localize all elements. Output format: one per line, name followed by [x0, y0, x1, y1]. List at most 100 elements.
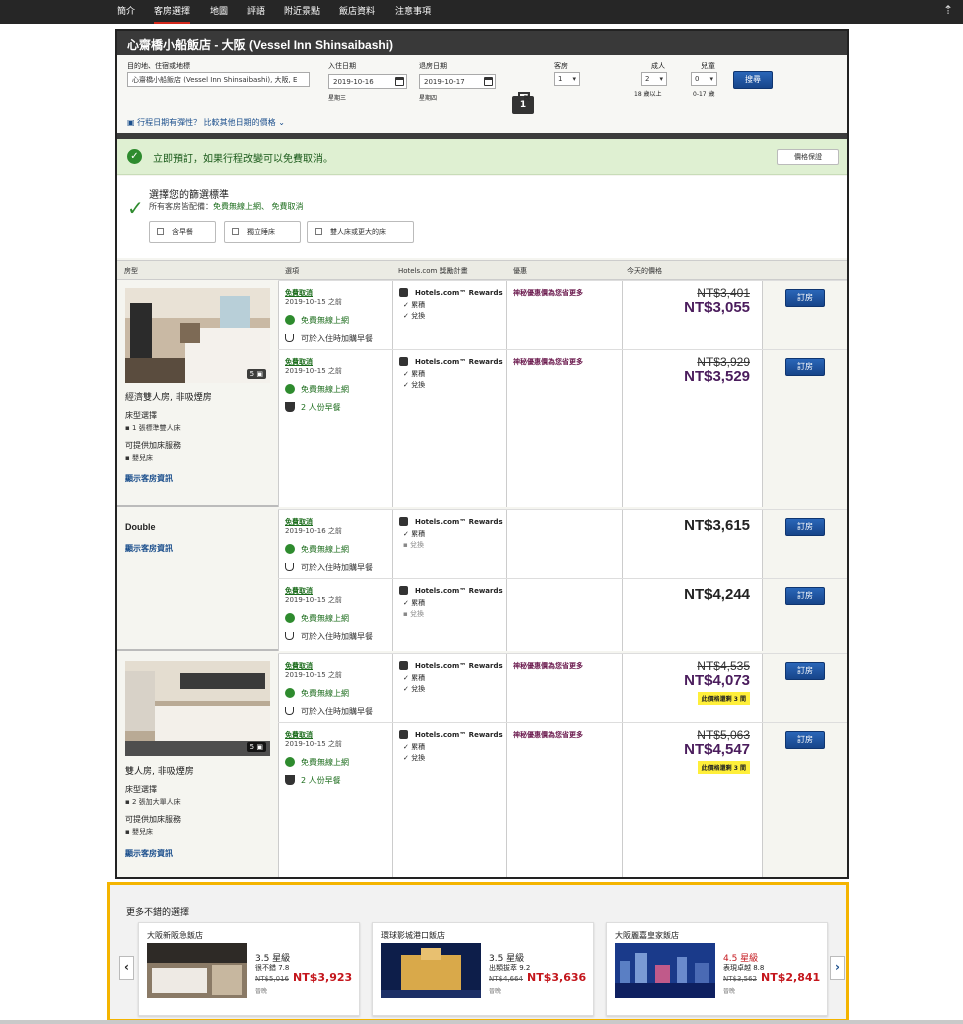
chevron-down-icon: ⌄ [278, 118, 285, 127]
book-button[interactable]: 訂房 [785, 731, 825, 749]
checkout-input[interactable]: 2019-10-17 [419, 74, 496, 89]
cancel-date: 2019-10-15 之前 [285, 739, 342, 749]
rewards-text: Hotels.com™ Rewards [415, 289, 503, 297]
option-cell: 免費取消 2019-10-15 之前 免費無線上網 可於入住時加購早餐 [278, 579, 392, 651]
checkmark-icon: ✓ [127, 196, 144, 220]
coffee-icon [285, 632, 294, 640]
nav-nearby[interactable]: 附近景點 [284, 0, 320, 24]
children-select[interactable]: 0 [691, 72, 717, 86]
checkbox-icon[interactable] [157, 228, 164, 235]
nav-notes[interactable]: 注意事項 [395, 0, 431, 24]
rewards-icon [399, 661, 408, 670]
room-info-link[interactable]: 顯示客房資訊 [125, 848, 173, 859]
rate-option: 免費取消 2019-10-15 之前 免費無線上網 可於入住時加購早餐 Hote… [278, 280, 847, 349]
room-name: 經濟雙人房, 非吸煙房 [125, 393, 212, 403]
carousel-next-button[interactable]: › [830, 956, 845, 980]
hotel-card[interactable]: 環球影城港口飯店 3.5 星級 出類拔萃 9.2 NT$4,664 NT$3,6… [372, 922, 594, 1016]
search-button[interactable]: 搜尋 [733, 71, 773, 89]
nav-map[interactable]: 地圖 [210, 0, 228, 24]
book-button[interactable]: 訂房 [785, 587, 825, 605]
hotel-photo[interactable] [147, 943, 247, 998]
wifi-icon [285, 384, 295, 394]
collect-row: ✓ 累積 [403, 301, 426, 309]
page-title: 心齋橋小船飯店 - 大阪 (Vessel Inn Shinsaibashi) [117, 31, 847, 55]
filter-subtitle: 所有客房皆配備：免費無線上網、 免費取消 [149, 201, 304, 212]
rewards-cell: Hotels.com™ Rewards ✓ 累積 ✓ 兌換 [392, 654, 506, 722]
nav-overview[interactable]: 簡介 [117, 0, 135, 24]
deal-cell [506, 510, 622, 578]
cancel-date: 2019-10-15 之前 [285, 366, 342, 376]
rewards-row: Hotels.com™ Rewards [399, 357, 503, 366]
wifi-text: 免費無線上網 [301, 316, 349, 325]
book-button[interactable]: 訂房 [785, 518, 825, 536]
hotel-name[interactable]: 大阪新阪急飯店 [147, 930, 203, 941]
book-button[interactable]: 訂房 [785, 289, 825, 307]
filter-separate-beds[interactable]: 獨立睡床 [224, 221, 301, 243]
hotel-rating: 很不錯 7.8 [255, 964, 290, 972]
checkbox-icon[interactable] [315, 228, 322, 235]
room-info-link[interactable]: 顯示客房資訊 [125, 543, 173, 554]
rooms-table: 5 ▣ 經濟雙人房, 非吸煙房 床型選擇 ▪ 1 張標準雙人床 可提供加床服務 … [117, 280, 847, 877]
hotel-name[interactable]: 環球影城港口飯店 [381, 930, 445, 941]
more-options-section: 更多不錯的選擇 ‹ › 大阪新阪急飯店 3.5 星級 很不錯 7.8 NT$5,… [107, 882, 849, 1022]
checkbox-icon[interactable] [232, 228, 239, 235]
nav-reviews[interactable]: 評語 [247, 0, 265, 24]
hotel-old-price: NT$5,016 [255, 975, 290, 983]
hotel-price-note: 晉晚 [723, 988, 736, 995]
rewards-cell: Hotels.com™ Rewards ✓ 累積 ✓ 兌換 [392, 350, 506, 507]
filter-double-bed[interactable]: 雙人床或更大的床 [307, 221, 414, 243]
rewards-cell: Hotels.com™ Rewards ✓ 累積 ✓ 兌換 [392, 281, 506, 349]
breakfast-included-row: 2 人份早餐 [285, 402, 341, 413]
top-nav: 簡介 客房選擇 地圖 評語 附近景點 飯店資料 注意事項 ⇡ [0, 0, 963, 24]
crib-option: ▪ 嬰兒床 [125, 828, 153, 836]
wifi-text: 免費無線上網 [301, 545, 349, 554]
hotel-photo[interactable] [615, 943, 715, 998]
rooms-select[interactable]: 1 [554, 72, 580, 86]
original-price: NT$5,063 [697, 728, 750, 742]
before-text: 之前 [327, 740, 342, 748]
checkin-input[interactable]: 2019-10-16 [328, 74, 407, 89]
room-row: Double 顯示客房資訊 免費取消 2019-10-16 之前 免費無線上網 … [117, 509, 847, 651]
destination-label: 目的地、住宿或地標 [127, 62, 190, 70]
room-info-link[interactable]: 顯示客房資訊 [125, 473, 173, 484]
flex-dates-link[interactable]: ▣ 行程日期有彈性？ 比較其他日期的價格 ⌄ [127, 117, 285, 128]
rooms-left-badge: 此價格還剩 3 間 [697, 692, 750, 705]
room-name: Double [125, 522, 156, 532]
deal-cell: 神秘優惠價為您省更多 [506, 723, 622, 877]
bed-text: 2 張加大單人床 [131, 798, 181, 806]
children-label: 兒童 [701, 62, 715, 70]
book-cell: 訂房 [762, 579, 847, 651]
hotel-photo[interactable] [381, 943, 481, 998]
destination-input[interactable]: 心齋橋小船飯店 (Vessel Inn Shinsaibashi), 大阪, E [127, 72, 310, 87]
book-button[interactable]: 訂房 [785, 358, 825, 376]
checkin-label: 入住日期 [328, 62, 356, 70]
hotel-card[interactable]: 大阪麗嘉皇家飯店 4.5 星級 表現卓越 8.8 NT$3,562 NT$2,8… [606, 922, 828, 1016]
hotel-card[interactable]: 大阪新阪急飯店 3.5 星級 很不錯 7.8 NT$5,016 NT$3,923… [138, 922, 360, 1016]
nav-hotel-info[interactable]: 飯店資料 [339, 0, 375, 24]
back-to-top-icon[interactable]: ⇡ [943, 3, 953, 17]
carousel-prev-button[interactable]: ‹ [119, 956, 134, 980]
coffee-icon [285, 563, 294, 571]
price-guarantee-button[interactable]: 價格保證 [777, 149, 839, 165]
coffee-icon [285, 707, 294, 715]
coffee-icon [285, 775, 295, 785]
wifi-row: 免費無線上網 [285, 544, 349, 555]
adults-select[interactable]: 2 [641, 72, 667, 86]
calendar-icon[interactable] [484, 77, 493, 86]
rewards-row: Hotels.com™ Rewards [399, 730, 503, 739]
room-photo[interactable]: 5 ▣ [125, 661, 270, 756]
bed-section: 床型選擇 [125, 411, 157, 420]
price-cell: NT$4,244 [622, 579, 762, 651]
book-button[interactable]: 訂房 [785, 662, 825, 680]
hotel-price: NT$3,923 [293, 971, 353, 984]
nav-rooms[interactable]: 客房選擇 [154, 0, 191, 24]
bed-text: 1 張標準雙人床 [131, 424, 181, 432]
hotel-name[interactable]: 大阪麗嘉皇家飯店 [615, 930, 679, 941]
extra-bed-section: 可提供加床服務 [125, 815, 181, 824]
collect-text: 累積 [411, 370, 426, 378]
calendar-icon[interactable] [395, 77, 404, 86]
filter-breakfast[interactable]: 含早餐 [149, 221, 216, 243]
room-photo[interactable]: 5 ▣ [125, 288, 270, 383]
hotel-price-note: 晉晚 [255, 988, 268, 995]
deal-cell: 神秘優惠價為您省更多 [506, 350, 622, 507]
